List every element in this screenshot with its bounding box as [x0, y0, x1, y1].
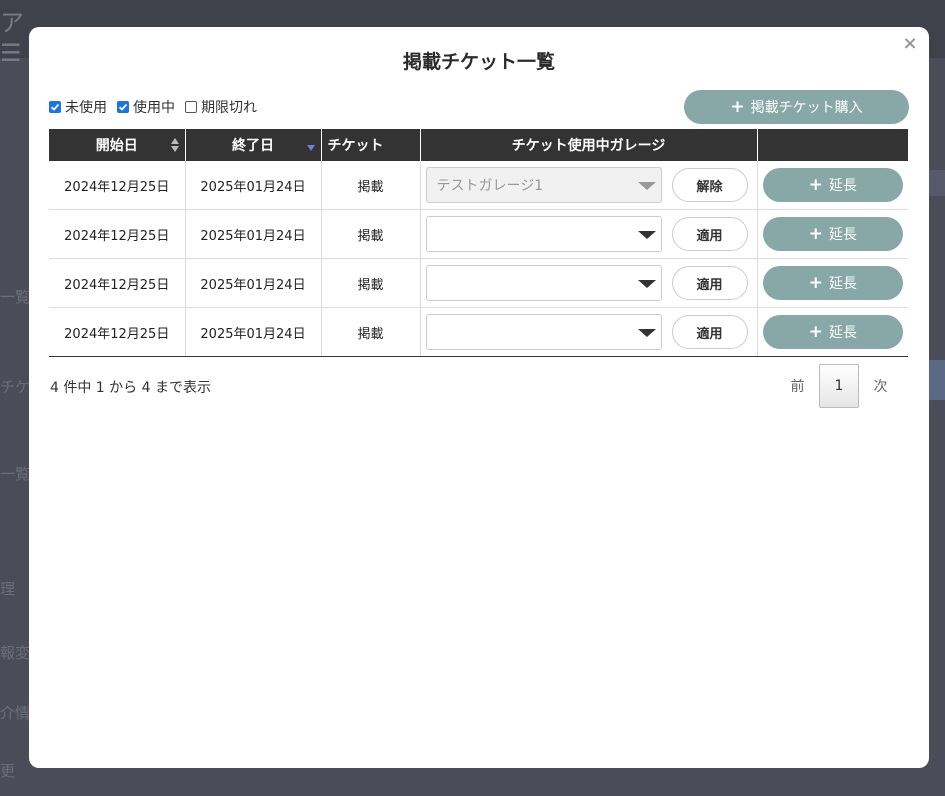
start-date-cell: 2024年12月25日 [49, 209, 186, 259]
apply-button[interactable]: 適用 [671, 315, 748, 349]
ticket-type-cell: 掲載 [321, 209, 421, 259]
garage-select[interactable] [425, 314, 662, 350]
pagination-prev[interactable]: 前 [776, 376, 819, 396]
garage-cell: 適用 [420, 307, 758, 357]
column-header-garage: チケット使用中ガレージ [420, 129, 758, 161]
buy-ticket-label: 掲載チケット購入 [750, 100, 863, 116]
extend-label: 延長 [828, 325, 857, 341]
ticket-table: 開始日 終了日 チケット チケット使用中ガレージ 2024年12月25日 2025… [49, 129, 908, 357]
table-summary: 4 件中 1 から 4 まで表示 [50, 380, 211, 396]
plus-icon: + [808, 321, 823, 342]
garage-controls: 適用 [421, 314, 757, 350]
ticket-type-cell: 掲載 [321, 161, 421, 210]
extend-cell: + 延長 [757, 258, 908, 308]
filter-in-use[interactable]: 使用中 [117, 97, 175, 117]
garage-select[interactable] [425, 216, 662, 252]
start-date-cell: 2024年12月25日 [49, 307, 186, 357]
garage-cell: テストガレージ1 解除 [420, 161, 758, 210]
extend-cell: + 延長 [757, 307, 908, 357]
plus-icon: + [808, 272, 823, 293]
column-header-actions [757, 129, 908, 161]
ticket-list-modal: × 掲載チケット一覧 未使用 使用中 期限切れ + 掲載チケット購入 開始日 終… [29, 27, 929, 768]
background-nav-item: 更 [0, 762, 16, 780]
filter-label: 使用中 [133, 100, 175, 116]
extend-button[interactable]: + 延長 [762, 168, 903, 202]
start-date-cell: 2024年12月25日 [49, 161, 186, 210]
dropdown-arrow-icon [637, 329, 656, 337]
start-date-cell: 2024年12月25日 [49, 258, 186, 308]
table-row: 2024年12月25日 2025年01月24日 掲載 テストガレージ1 解除 + 延長 [49, 161, 908, 210]
checkbox-checked-icon[interactable] [49, 101, 61, 113]
garage-controls: テストガレージ1 解除 [421, 167, 757, 203]
table-row: 2024年12月25日 2025年01月24日 掲載 適用 + 延長 [49, 258, 908, 308]
end-date-cell: 2025年01月24日 [185, 258, 322, 308]
filter-label: 未使用 [65, 100, 107, 116]
background-right-element [928, 360, 945, 400]
garage-select-value: テストガレージ1 [436, 178, 544, 194]
extend-button[interactable]: + 延長 [762, 315, 903, 349]
background-nav-item: 一覧 [0, 288, 31, 306]
column-header-end-date[interactable]: 終了日 [185, 129, 322, 161]
pagination-current-page[interactable]: 1 [819, 364, 859, 408]
table-row: 2024年12月25日 2025年01月24日 掲載 適用 + 延長 [49, 209, 908, 259]
apply-button[interactable]: 適用 [671, 266, 748, 300]
ticket-type-cell: 掲載 [321, 258, 421, 308]
dropdown-arrow-icon [637, 231, 656, 239]
column-header-start-date[interactable]: 開始日 [49, 129, 186, 161]
release-button[interactable]: 解除 [671, 168, 748, 202]
pagination-next[interactable]: 次 [859, 376, 902, 396]
background-nav-item: 一覧 [0, 465, 31, 483]
background-nav-item: チケ [0, 378, 31, 396]
extend-cell: + 延長 [757, 161, 908, 210]
checkbox-unchecked-icon[interactable] [185, 101, 197, 113]
pagination: 前 1 次 [776, 364, 902, 408]
sort-descending-icon [306, 145, 315, 151]
filter-unused[interactable]: 未使用 [49, 97, 107, 117]
table-row: 2024年12月25日 2025年01月24日 掲載 適用 + 延長 [49, 307, 908, 357]
extend-label: 延長 [828, 178, 857, 194]
background-nav-item: 介情 [0, 704, 31, 722]
filter-expired[interactable]: 期限切れ [185, 97, 257, 117]
sort-icon [170, 138, 179, 152]
plus-icon: + [808, 174, 823, 195]
buy-ticket-button[interactable]: + 掲載チケット購入 [684, 90, 909, 124]
extend-button[interactable]: + 延長 [762, 217, 903, 251]
extend-label: 延長 [828, 276, 857, 292]
end-date-cell: 2025年01月24日 [185, 161, 322, 210]
garage-controls: 適用 [421, 265, 757, 301]
end-date-cell: 2025年01月24日 [185, 307, 322, 357]
apply-button[interactable]: 適用 [671, 217, 748, 251]
plus-icon: + [730, 96, 745, 117]
status-filters: 未使用 使用中 期限切れ [49, 97, 257, 117]
checkbox-checked-icon[interactable] [117, 101, 129, 113]
extend-label: 延長 [828, 227, 857, 243]
garage-select[interactable] [425, 265, 662, 301]
dropdown-arrow-icon [637, 280, 656, 288]
extend-cell: + 延長 [757, 209, 908, 259]
end-date-cell: 2025年01月24日 [185, 209, 322, 259]
extend-button[interactable]: + 延長 [762, 266, 903, 300]
filter-label: 期限切れ [201, 100, 257, 116]
dropdown-arrow-icon [637, 182, 656, 190]
garage-select: テストガレージ1 [425, 167, 662, 203]
modal-title: 掲載チケット一覧 [402, 51, 555, 73]
garage-controls: 適用 [421, 216, 757, 252]
ticket-type-cell: 掲載 [321, 307, 421, 357]
background-nav-item: 理 [0, 580, 16, 598]
garage-cell: 適用 [420, 209, 758, 259]
background-nav-item: 報変 [0, 644, 31, 662]
garage-cell: 適用 [420, 258, 758, 308]
menu-icon: ア☰ [0, 9, 24, 67]
plus-icon: + [808, 223, 823, 244]
background-right-element [928, 170, 945, 196]
column-header-ticket: チケット [321, 129, 421, 161]
